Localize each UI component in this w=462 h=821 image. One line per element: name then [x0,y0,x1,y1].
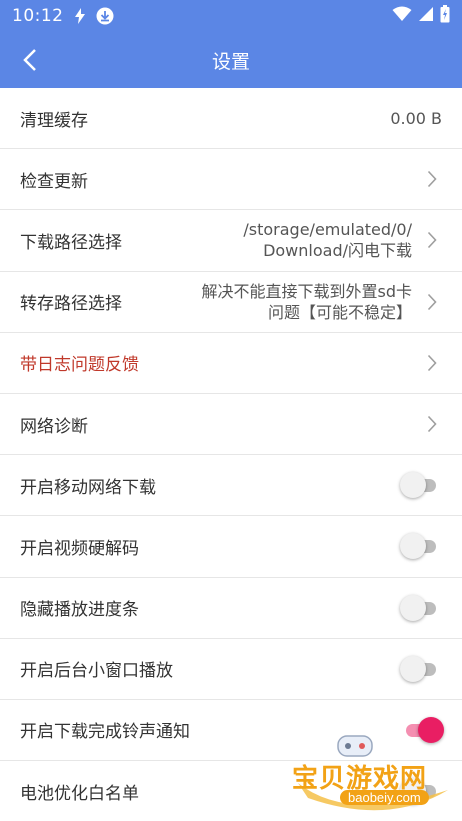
chevron-right-icon [422,415,442,433]
battery-icon [440,4,450,28]
setting-label: 开启视频硬解码 [20,538,139,559]
chevron-right-icon [422,170,442,188]
download-ringtone-row: 开启下载完成铃声通知 [0,700,462,762]
transfer-path-value: 解决不能直接下载到外置sd卡 问题【可能不稳定】 [202,281,413,323]
network-diagnosis-row[interactable]: 网络诊断 [0,394,462,456]
download-ringtone-toggle[interactable] [402,716,444,743]
download-path-row[interactable]: 下载路径选择 /storage/emulated/0/ Download/闪电下… [0,210,462,272]
setting-label: 开启移动网络下载 [20,477,156,498]
check-update-row[interactable]: 检查更新 [0,149,462,211]
mobile-download-row: 开启移动网络下载 [0,455,462,517]
flash-icon [74,8,86,24]
setting-label: 转存路径选择 [20,294,122,315]
setting-label: 清理缓存 [20,110,88,131]
battery-whitelist-row: 电池优化白名单 [0,761,462,821]
signal-icon [418,6,434,27]
background-window-toggle[interactable] [400,655,438,682]
path-line-2: Download/闪电下载 [263,241,412,261]
setting-label: 带日志问题反馈 [20,355,139,376]
download-icon [96,7,114,25]
battery-whitelist-toggle[interactable] [400,778,438,805]
mobile-download-toggle[interactable] [400,472,438,499]
hide-progress-toggle[interactable] [400,594,438,621]
setting-label: 检查更新 [20,171,88,192]
setting-label: 网络诊断 [20,416,88,437]
page-title: 设置 [211,50,250,73]
setting-label: 开启后台小窗口播放 [20,661,173,682]
hw-decode-toggle[interactable] [400,533,438,560]
setting-label: 隐藏播放进度条 [20,600,139,621]
hw-decode-row: 开启视频硬解码 [0,516,462,578]
app-bar: 设置 [0,32,462,88]
status-bar: 10:12 [0,0,462,32]
cache-size-value: 0.00 B [390,108,442,128]
chevron-right-icon [422,354,442,372]
status-time: 10:12 [12,6,64,26]
back-button[interactable] [16,46,44,74]
path-line-1: 解决不能直接下载到外置sd卡 [201,281,413,301]
chevron-left-icon [23,49,36,71]
chevron-right-icon [422,293,442,311]
setting-label: 开启下载完成铃声通知 [20,722,190,743]
setting-label: 电池优化白名单 [20,783,139,804]
transfer-path-row[interactable]: 转存路径选择 解决不能直接下载到外置sd卡 问题【可能不稳定】 [0,272,462,333]
background-window-row: 开启后台小窗口播放 [0,639,462,700]
hide-progress-row: 隐藏播放进度条 [0,578,462,639]
log-feedback-row[interactable]: 带日志问题反馈 [0,333,462,394]
setting-label: 下载路径选择 [20,232,122,253]
path-line-1: /storage/emulated/0/ [243,220,412,240]
clear-cache-row[interactable]: 清理缓存 0.00 B [0,88,462,150]
download-path-value: /storage/emulated/0/ Download/闪电下载 [243,219,412,261]
settings-list: 清理缓存 0.00 B 检查更新 下载路径选择 /storage/emulate… [0,88,462,821]
wifi-icon [392,6,412,27]
path-line-2: 问题【可能不稳定】 [267,302,412,322]
chevron-right-icon [422,231,442,249]
